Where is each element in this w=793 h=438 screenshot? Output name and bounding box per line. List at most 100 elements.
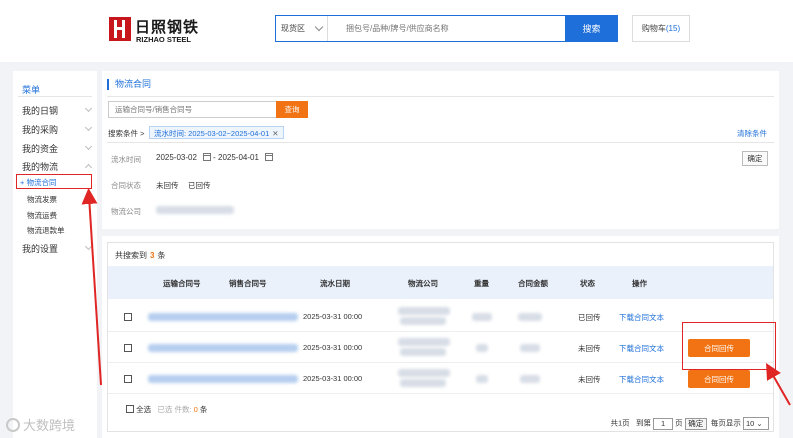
sidebar-item-my-purchase[interactable]: 我的采购 [22,123,94,135]
blurred-contract-numbers[interactable] [148,344,298,352]
row-status: 未回传 [578,344,601,353]
logo-mark-icon [109,17,131,41]
total-pages: 共1页 [610,418,630,428]
search-button[interactable]: 搜索 [565,15,618,42]
column-header: 合同金额 [518,279,548,288]
selected-count: 0 [193,405,198,414]
download-contract-link[interactable]: 下载合同文本 [619,343,664,354]
sidebar-item-label: 我的日钢 [22,106,59,116]
per-page-value: 10 [746,419,755,428]
logo-english-text: RIZHAO STEEL [136,35,192,44]
download-contract-link[interactable]: 下载合同文本 [619,374,664,385]
sidebar-item-label: 我的资金 [22,144,59,154]
blurred-weight [476,344,488,352]
watermark-text: 大数跨境 [23,418,76,433]
blurred-company [400,317,446,325]
table-row: 2025-03-31 00:00 未回传 下载合同文本 合同回传 [108,332,773,363]
watermark-logo-icon [6,418,20,432]
row-status: 未回传 [578,375,601,384]
status-label: 合同状态 [111,181,141,190]
row-date: 2025-03-31 00:00 [303,343,363,352]
goto-prefix: 到第 [635,418,651,428]
row-date: 2025-03-31 00:00 [303,312,363,321]
row-checkbox[interactable] [124,344,132,352]
select-all-label[interactable]: 全选 [136,405,151,414]
chevron-down-icon [84,142,93,151]
sidebar-item-label: 我的物流 [22,162,59,172]
clear-conditions-link[interactable]: 清除条件 [737,128,767,139]
blurred-contract-numbers[interactable] [148,375,298,383]
sidebar-item-my-funds[interactable]: 我的资金 [22,142,94,154]
search-scope-value: 现货区 [281,24,305,33]
selected-count-suffix: 条 [199,405,208,414]
search-conditions-label: 搜索条件 > [108,129,145,138]
row-status: 已回传 [578,313,601,322]
per-page-select[interactable]: 10 ⌄ [743,417,769,430]
blurred-weight [472,313,492,321]
blurred-company-name[interactable] [156,206,234,214]
sidebar-item-my-settings[interactable]: 我的设置 [22,242,94,254]
status-option-returned[interactable]: 已回传 [188,180,211,191]
search-bar: 现货区 搜索 [275,15,618,42]
goto-page-button[interactable]: 确定 [684,417,707,430]
column-header: 物流公司 [408,279,438,288]
divider [107,142,774,143]
filter-panel: 物流合同 查询 搜索条件 > 流水时间: 2025-03-02~2025-04-… [102,71,779,229]
logo-chinese-text: 日照钢铁 [135,19,200,36]
search-input[interactable] [346,21,556,36]
contract-number-input[interactable] [108,101,278,118]
calendar-icon[interactable] [265,153,273,161]
chevron-down-icon [84,163,93,172]
table-row: 2025-03-31 00:00 未回传 下载合同文本 合同回传 [108,363,773,394]
date-confirm-button[interactable]: 确定 [742,151,768,166]
blurred-company [398,307,450,315]
date-label: 流水时间 [111,155,141,164]
rizhao-steel-logo[interactable]: 日照钢铁 RIZHAO STEEL [109,16,201,46]
blurred-amount [520,344,540,352]
column-header: 运输合同号 [163,279,201,288]
sidebar-subitem-logistics-contract[interactable]: + 物流合同 [16,174,92,189]
select-all-checkbox[interactable] [126,405,134,413]
row-date: 2025-03-31 00:00 [303,374,363,383]
row-checkbox[interactable] [124,375,132,383]
contract-return-button[interactable]: 合同回传 [688,370,750,388]
selected-count-prefix: 已选 件数: [157,405,192,414]
close-icon[interactable]: ✕ [272,129,278,138]
row-checkbox[interactable] [124,313,132,321]
sidebar-item-my-logistics[interactable]: 我的物流 [22,160,94,172]
blurred-weight [476,375,488,383]
pagination: 共1页 到第 1 页 确定 每页显示 10 ⌄ [611,417,769,430]
sidebar-subitem-logistics-refund[interactable]: 物流退款单 [27,225,65,236]
date-to-input[interactable]: 2025-04-01 [218,153,264,162]
column-header: 操作 [632,279,647,288]
download-contract-link[interactable]: 下载合同文本 [619,312,664,323]
chevron-down-icon [314,22,324,32]
table-row: 2025-03-31 00:00 已回传 下载合同文本 [108,301,773,332]
calendar-icon[interactable] [203,153,211,161]
column-header: 销售合同号 [229,279,267,288]
result-count-prefix: 共搜索到 [115,251,147,260]
cart-label: 购物车 [641,24,666,33]
results-table: 共搜索到 3 条 运输合同号 销售合同号 流水日期 物流公司 重量 合同金额 状态 … [107,242,776,432]
search-scope-select[interactable]: 现货区 [276,16,328,41]
date-from-input[interactable]: 2025-03-02 [156,153,202,162]
sidebar-item-my-rizhao[interactable]: 我的日钢 [22,104,94,116]
sidebar-subitem-logistics-invoice[interactable]: 物流发票 [27,194,57,205]
table-header: 运输合同号 销售合同号 流水日期 物流公司 重量 合同金额 状态 操作 [108,266,773,299]
query-button[interactable]: 查询 [276,101,308,118]
header: 日照钢铁 RIZHAO STEEL 现货区 搜索 购物车(15) [0,0,793,62]
status-option-not-returned[interactable]: 未回传 [156,180,179,191]
menu-title: 菜单 [22,85,41,95]
result-count-number: 3 [150,251,155,260]
blurred-company [400,348,446,356]
column-header: 状态 [580,279,595,288]
blurred-contract-numbers[interactable] [148,313,298,321]
cart-button[interactable]: 购物车(15) [632,15,690,42]
goto-suffix: 页 [675,418,683,428]
sidebar-subitem-label: + 物流合同 [20,178,57,187]
page-number-input[interactable]: 1 [653,417,674,430]
column-header: 重量 [474,279,489,288]
company-label: 物流公司 [111,207,141,216]
cart-count: (15) [665,24,681,33]
sidebar-subitem-logistics-freight[interactable]: 物流运费 [27,210,57,221]
